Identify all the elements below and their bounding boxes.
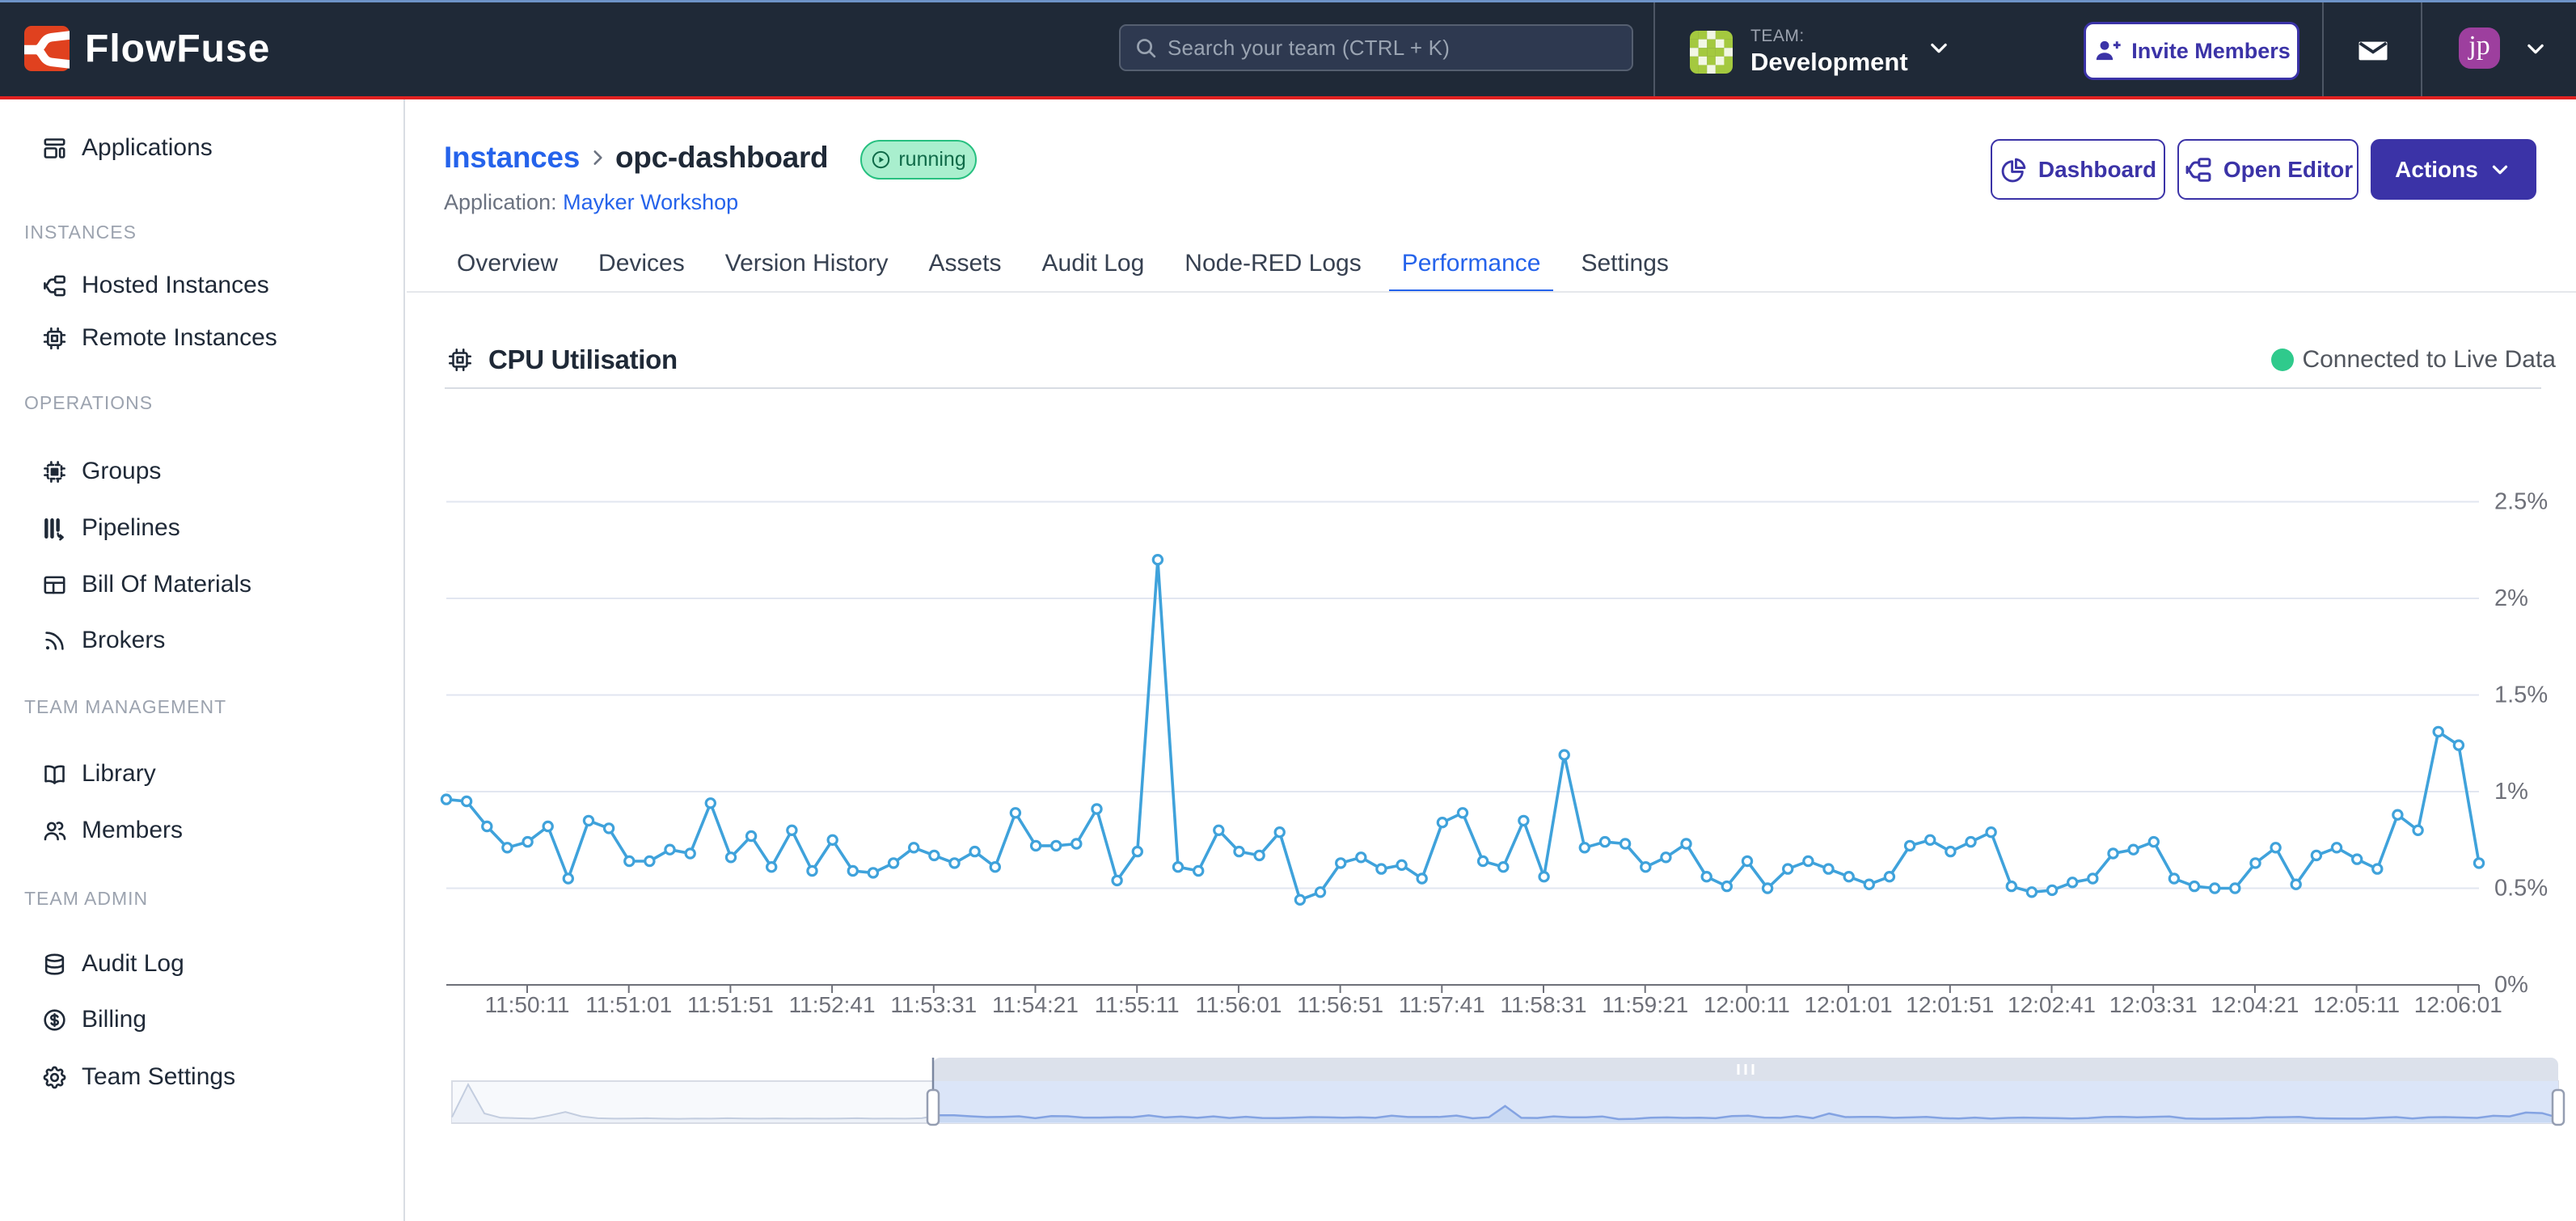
svg-text:11:53:31: 11:53:31 bbox=[890, 992, 977, 1017]
svg-text:12:02:41: 12:02:41 bbox=[2008, 992, 2096, 1017]
svg-text:12:06:01: 12:06:01 bbox=[2414, 992, 2502, 1017]
svg-text:0.5%: 0.5% bbox=[2494, 876, 2548, 902]
svg-text:2%: 2% bbox=[2494, 585, 2528, 611]
svg-text:11:52:41: 11:52:41 bbox=[789, 992, 876, 1017]
svg-text:11:57:41: 11:57:41 bbox=[1399, 992, 1485, 1017]
svg-text:11:56:01: 11:56:01 bbox=[1195, 992, 1282, 1017]
svg-text:12:01:01: 12:01:01 bbox=[1805, 992, 1893, 1017]
svg-text:1%: 1% bbox=[2494, 779, 2528, 805]
svg-text:11:56:51: 11:56:51 bbox=[1297, 992, 1383, 1017]
svg-text:12:03:31: 12:03:31 bbox=[2109, 992, 2198, 1017]
svg-text:11:54:21: 11:54:21 bbox=[992, 992, 1079, 1017]
svg-text:12:05:11: 12:05:11 bbox=[2313, 992, 2400, 1017]
svg-text:11:51:51: 11:51:51 bbox=[687, 992, 774, 1017]
svg-text:11:51:01: 11:51:01 bbox=[585, 992, 672, 1017]
svg-text:2.5%: 2.5% bbox=[2494, 489, 2548, 515]
svg-text:11:50:11: 11:50:11 bbox=[485, 992, 570, 1017]
svg-text:12:04:21: 12:04:21 bbox=[2211, 992, 2299, 1017]
svg-text:12:00:11: 12:00:11 bbox=[1704, 992, 1790, 1017]
svg-text:11:58:31: 11:58:31 bbox=[1501, 992, 1587, 1017]
svg-text:12:01:51: 12:01:51 bbox=[1906, 992, 1994, 1017]
svg-text:11:59:21: 11:59:21 bbox=[1602, 992, 1688, 1017]
svg-text:1.5%: 1.5% bbox=[2494, 682, 2548, 708]
svg-text:11:55:11: 11:55:11 bbox=[1095, 992, 1180, 1017]
